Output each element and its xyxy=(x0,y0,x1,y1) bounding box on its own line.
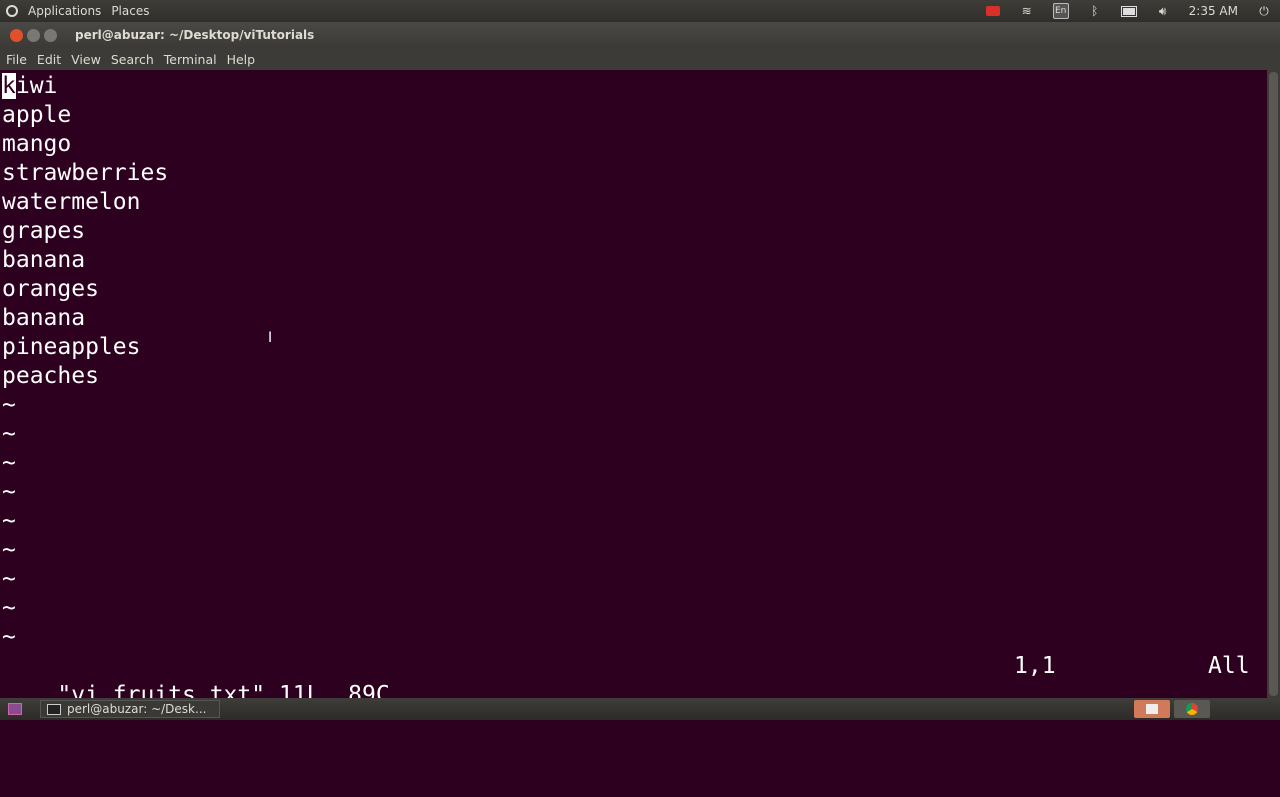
maximize-button[interactable] xyxy=(44,28,57,42)
taskbar-item-terminal[interactable]: perl@abuzar: ~/Desk... xyxy=(40,700,220,718)
volume-icon: 🔊︎ xyxy=(1158,3,1167,18)
battery-icon xyxy=(1120,5,1137,17)
workspace-tray xyxy=(1134,700,1210,718)
show-desktop-icon[interactable] xyxy=(8,703,22,715)
taskbar-item-label: perl@abuzar: ~/Desk... xyxy=(67,702,207,716)
status-cursor-position: 1,1 xyxy=(1014,653,1056,679)
terminal-menu-bar: File Edit View Search Terminal Help xyxy=(0,48,1280,70)
buffer-line: banana xyxy=(2,247,86,273)
buffer-line: peaches xyxy=(2,363,99,389)
power-icon: ⏻ xyxy=(1259,3,1269,18)
status-scroll-position: All xyxy=(1208,653,1250,679)
keyboard-indicator[interactable]: En xyxy=(1052,3,1069,19)
buffer-line: oranges xyxy=(2,276,99,302)
buffer-line: strawberries xyxy=(2,160,169,186)
window-title: perl@abuzar: ~/Desktop/viTutorials xyxy=(75,28,315,42)
empty-line-marker: ~ xyxy=(2,566,16,592)
recording-indicator[interactable] xyxy=(985,5,1001,17)
workspace-switcher[interactable] xyxy=(1134,700,1170,718)
bluetooth-indicator[interactable]: ᛒ xyxy=(1087,4,1103,18)
ubuntu-logo-icon[interactable] xyxy=(6,5,18,17)
empty-line-marker: ~ xyxy=(2,479,16,505)
buffer-line: grapes xyxy=(2,218,86,244)
bottom-taskbar: perl@abuzar: ~/Desk... xyxy=(0,698,1280,720)
buffer-line: apple xyxy=(2,102,72,128)
session-menu[interactable]: ⏻ xyxy=(1256,3,1272,18)
buffer-line: kiwi xyxy=(2,72,57,101)
menu-help[interactable]: Help xyxy=(227,52,256,67)
menu-terminal[interactable]: Terminal xyxy=(164,52,217,67)
scrollbar-thumb[interactable] xyxy=(1269,72,1278,696)
close-button[interactable] xyxy=(10,28,23,42)
empty-line-marker: ~ xyxy=(2,508,16,534)
terminal-scrollbar[interactable] xyxy=(1267,70,1280,698)
indicator-area: ≋ En ᛒ 🔊︎ 2:35 AM ⏻ xyxy=(985,0,1272,22)
vi-status-line: "vi_fruits.txt" 11L, 89C 1,1 All xyxy=(2,652,1264,708)
cursor: k xyxy=(2,73,16,99)
keyboard-layout-icon: En xyxy=(1052,3,1069,19)
minimize-button[interactable] xyxy=(27,28,40,42)
volume-indicator[interactable]: 🔊︎ xyxy=(1155,3,1171,18)
chrome-icon xyxy=(1186,703,1198,715)
wifi-icon: ≋ xyxy=(1021,4,1032,18)
empty-line-marker: ~ xyxy=(2,595,16,621)
buffer-line-rest: iwi xyxy=(15,73,58,99)
window-title-bar[interactable]: perl@abuzar: ~/Desktop/viTutorials xyxy=(0,22,1280,48)
buffer-line: pineapples xyxy=(2,334,141,360)
empty-line-marker: ~ xyxy=(2,624,16,650)
menu-file[interactable]: File xyxy=(6,52,27,67)
terminal-icon xyxy=(47,703,61,715)
chrome-launcher[interactable] xyxy=(1174,700,1210,718)
clock[interactable]: 2:35 AM xyxy=(1189,4,1238,18)
buffer-line: banana xyxy=(2,305,86,331)
applications-menu[interactable]: Applications xyxy=(28,4,101,18)
empty-line-marker: ~ xyxy=(2,421,16,447)
places-menu[interactable]: Places xyxy=(111,4,149,18)
terminal-area[interactable]: kiwi apple mango strawberries watermelon… xyxy=(0,70,1267,708)
menu-edit[interactable]: Edit xyxy=(37,52,61,67)
bluetooth-icon: ᛒ xyxy=(1091,4,1099,18)
top-panel: Applications Places ≋ En ᛒ 🔊︎ 2:35 AM ⏻ xyxy=(0,0,1280,22)
record-icon xyxy=(985,6,1000,16)
empty-line-marker: ~ xyxy=(2,392,16,418)
empty-line-marker: ~ xyxy=(2,450,16,476)
mouse-ibeam-icon: I xyxy=(268,330,273,346)
menu-search[interactable]: Search xyxy=(111,52,154,67)
battery-indicator[interactable] xyxy=(1120,5,1137,17)
buffer-line: mango xyxy=(2,131,72,157)
network-indicator[interactable]: ≋ xyxy=(1019,4,1035,18)
buffer-line: watermelon xyxy=(2,189,141,215)
top-menu: Applications Places xyxy=(0,4,149,18)
menu-view[interactable]: View xyxy=(71,52,101,67)
workspace-icon xyxy=(1146,704,1158,714)
empty-line-marker: ~ xyxy=(2,537,16,563)
